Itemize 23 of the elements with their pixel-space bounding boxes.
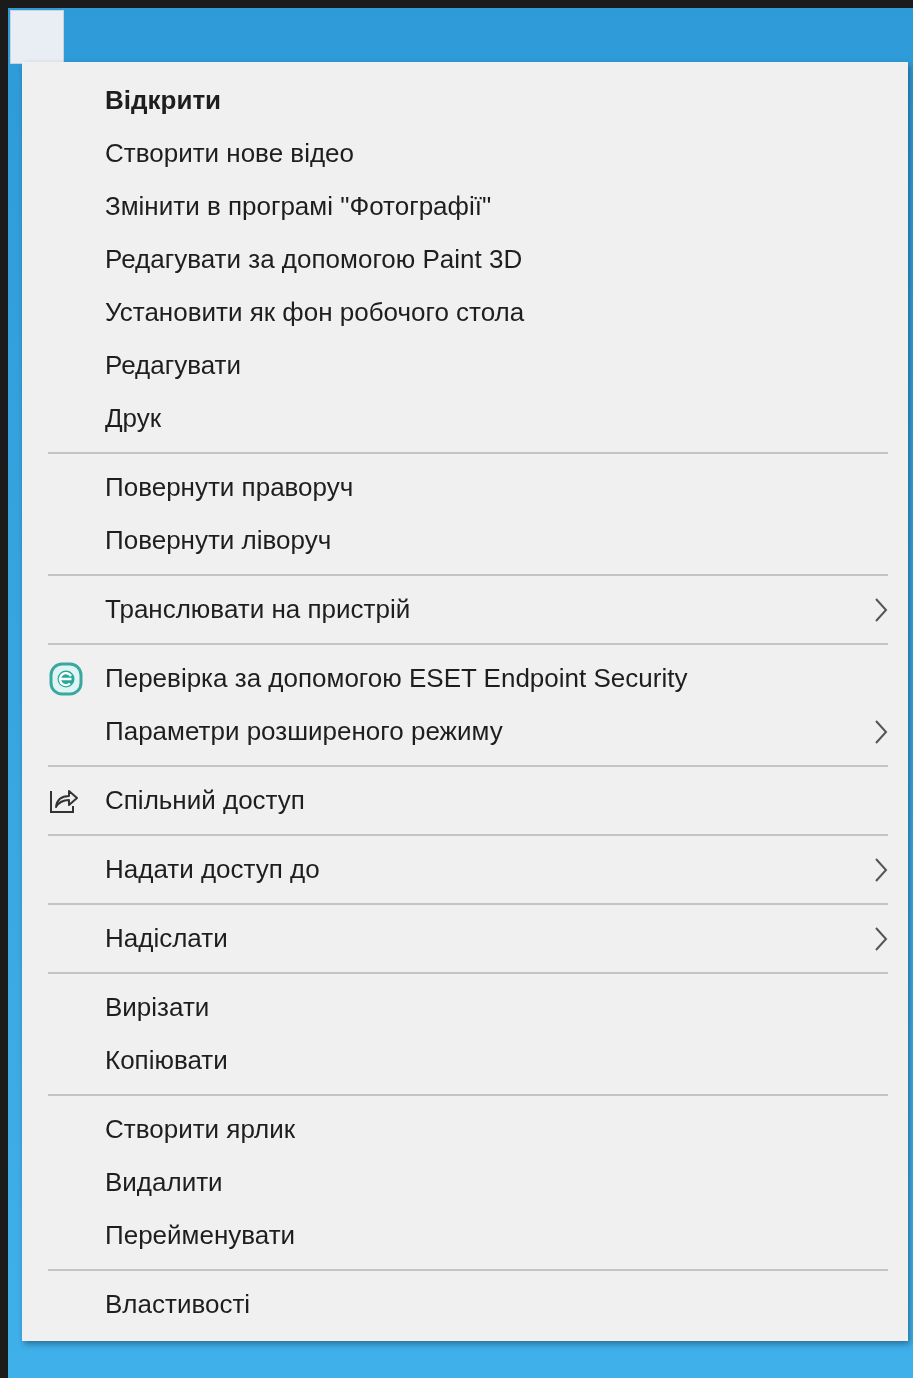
shield-e-icon bbox=[48, 660, 84, 697]
menu-item[interactable]: Надати доступ до bbox=[22, 843, 908, 896]
menu-item[interactable]: Вирізати bbox=[22, 981, 908, 1034]
menu-item[interactable]: Копіювати bbox=[22, 1034, 908, 1087]
menu-item[interactable]: Надіслати bbox=[22, 912, 908, 965]
menu-item[interactable]: Перейменувати bbox=[22, 1209, 908, 1262]
menu-item[interactable]: Установити як фон робочого стола bbox=[22, 286, 908, 339]
menu-item[interactable]: Повернути праворуч bbox=[22, 461, 908, 514]
menu-item[interactable]: Повернути ліворуч bbox=[22, 514, 908, 567]
menu-item[interactable]: Редагувати bbox=[22, 339, 908, 392]
menu-item[interactable]: Перевірка за допомогою ESET Endpoint Security bbox=[22, 652, 908, 705]
menu-item[interactable]: Створити нове відео bbox=[22, 127, 908, 180]
menu-item[interactable]: Відкрити bbox=[22, 74, 908, 127]
menu-item[interactable]: Редагувати за допомогою Paint 3D bbox=[22, 233, 908, 286]
menu-item[interactable]: Змінити в програмі "Фотографії" bbox=[22, 180, 908, 233]
menu-item[interactable]: Параметри розширеного режиму bbox=[22, 705, 908, 758]
menu-item[interactable]: Друк bbox=[22, 392, 908, 445]
file-thumbnail[interactable] bbox=[10, 10, 64, 64]
menu-item[interactable]: Транслювати на пристрій bbox=[22, 583, 908, 636]
menu-item[interactable]: Створити ярлик bbox=[22, 1103, 908, 1156]
menu-item[interactable]: Видалити bbox=[22, 1156, 908, 1209]
menu-item[interactable]: Властивості bbox=[22, 1278, 908, 1331]
menu-item[interactable]: Спільний доступ bbox=[22, 774, 908, 827]
